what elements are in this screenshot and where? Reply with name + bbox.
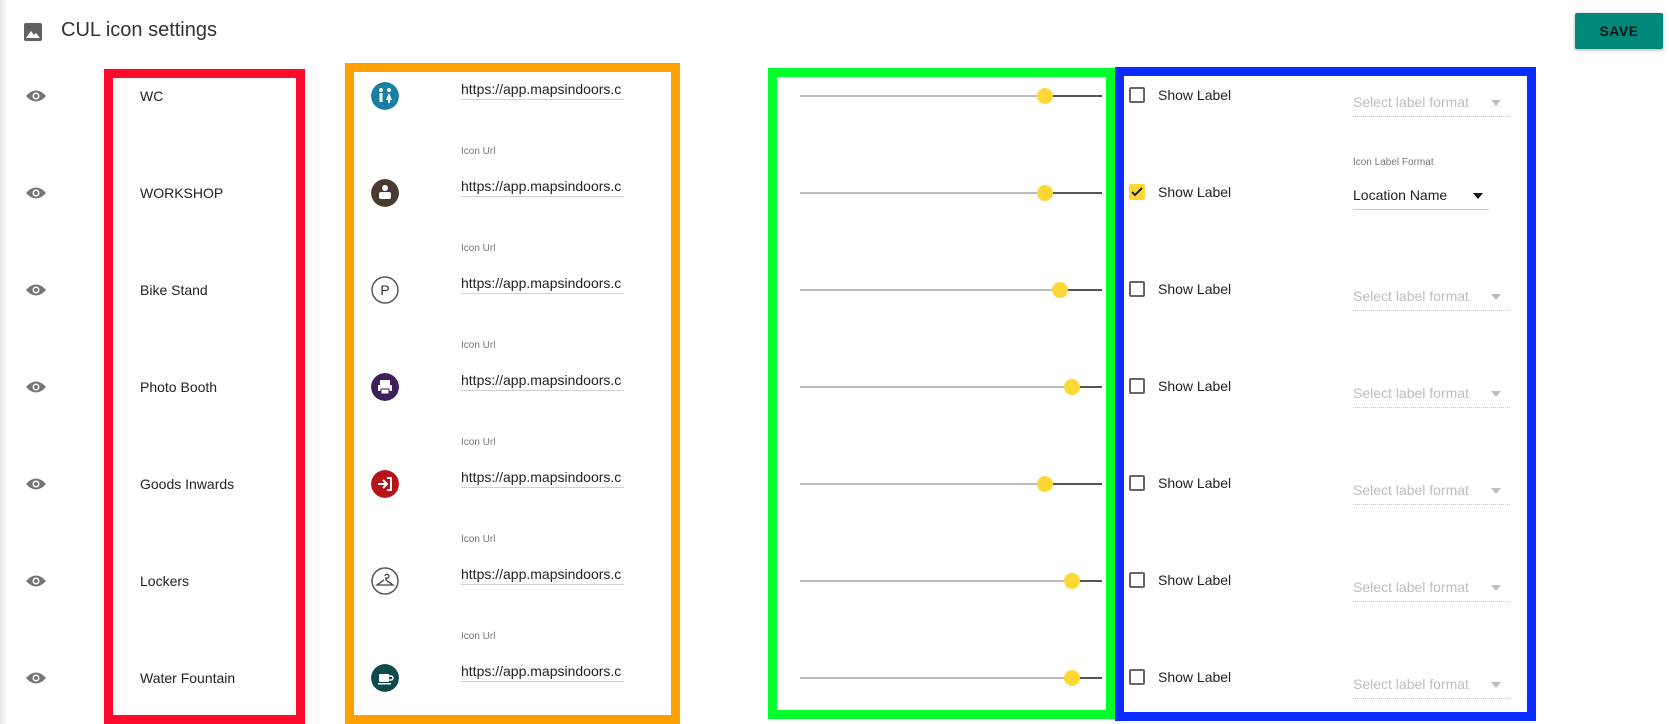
location-type-name: WC: [140, 88, 164, 104]
visibility-eye-icon[interactable]: [25, 89, 47, 103]
show-label-checkbox[interactable]: [1129, 475, 1145, 491]
show-label-checkbox[interactable]: [1129, 572, 1145, 588]
icon-url-field[interactable]: [461, 564, 624, 585]
show-label-text: Show Label: [1158, 572, 1232, 588]
show-label-checkbox[interactable]: [1129, 669, 1145, 685]
label-format-value: Location Name: [1353, 187, 1448, 203]
parking-icon: P: [371, 276, 399, 304]
icon-url-label: Icon Url: [461, 146, 496, 157]
show-label-text: Show Label: [1158, 669, 1232, 685]
printer-icon: [371, 373, 399, 401]
chevron-down-icon: [1491, 391, 1501, 397]
label-format-select[interactable]: Select label format: [1353, 385, 1510, 408]
icon-url-label: Icon Url: [461, 631, 496, 642]
label-format-placeholder: Select label format: [1353, 482, 1469, 498]
visibility-eye-icon[interactable]: [25, 186, 47, 200]
chevron-down-icon: [1473, 193, 1483, 199]
svg-text:P: P: [380, 282, 389, 298]
page-title: CUL icon settings: [61, 19, 217, 41]
size-column-highlight: [768, 68, 1115, 719]
chevron-down-icon: [1491, 488, 1501, 494]
image-icon: [24, 23, 42, 41]
chevron-down-icon: [1491, 585, 1501, 591]
slider-thumb[interactable]: [1037, 476, 1053, 492]
location-type-name: Water Fountain: [140, 670, 236, 686]
show-label-checkbox[interactable]: [1129, 281, 1145, 297]
hanger-icon: [371, 567, 399, 595]
slider-thumb[interactable]: [1037, 88, 1053, 104]
location-type-name: WORKSHOP: [140, 185, 224, 201]
label-format-placeholder: Select label format: [1353, 579, 1469, 595]
icon-url-field[interactable]: [461, 79, 624, 100]
show-label-text: Show Label: [1158, 87, 1232, 103]
icon-url-field[interactable]: [461, 467, 624, 488]
location-type-name: Photo Booth: [140, 379, 218, 395]
slider-thumb[interactable]: [1037, 185, 1053, 201]
login-icon: [371, 470, 399, 498]
icon-url-field[interactable]: [461, 273, 624, 294]
show-label-checkbox[interactable]: [1129, 87, 1145, 103]
left-edge-shadow: [0, 0, 8, 724]
label-format-placeholder: Select label format: [1353, 385, 1469, 401]
label-format-select[interactable]: Select label format: [1353, 676, 1510, 699]
visibility-eye-icon[interactable]: [25, 574, 47, 588]
label-format-select[interactable]: Select label format: [1353, 579, 1510, 602]
slider-thumb[interactable]: [1064, 573, 1080, 589]
icon-url-field[interactable]: [461, 370, 624, 391]
icon-url-field[interactable]: [461, 176, 624, 197]
slider-remaining: [1045, 95, 1102, 97]
icon-size-slider[interactable]: [800, 379, 1102, 395]
slider-remaining: [1045, 483, 1102, 485]
label-format-select[interactable]: Select label format: [1353, 482, 1510, 505]
chevron-down-icon: [1491, 100, 1501, 106]
label-format-select[interactable]: Select label format: [1353, 94, 1510, 117]
workshop-icon: [371, 179, 399, 207]
save-button[interactable]: SAVE: [1575, 13, 1663, 49]
name-column-highlight: [104, 69, 305, 724]
label-format-select[interactable]: Select label format: [1353, 288, 1510, 311]
icon-size-slider[interactable]: [800, 573, 1102, 589]
label-format-placeholder: Select label format: [1353, 288, 1469, 304]
show-label-checkbox[interactable]: [1129, 378, 1145, 394]
icon-size-slider[interactable]: [800, 476, 1102, 492]
icon-label-format-label: Icon Label Format: [1353, 157, 1434, 168]
chevron-down-icon: [1491, 682, 1501, 688]
label-format-select[interactable]: Location Name: [1353, 187, 1489, 210]
show-label-text: Show Label: [1158, 281, 1232, 297]
visibility-eye-icon[interactable]: [25, 477, 47, 491]
show-label-text: Show Label: [1158, 475, 1232, 491]
show-label-text: Show Label: [1158, 378, 1232, 394]
visibility-eye-icon[interactable]: [25, 283, 47, 297]
icon-size-slider[interactable]: [800, 185, 1102, 201]
show-label-text: Show Label: [1158, 184, 1232, 200]
icon-url-label: Icon Url: [461, 243, 496, 254]
slider-thumb[interactable]: [1052, 282, 1068, 298]
label-format-placeholder: Select label format: [1353, 676, 1469, 692]
slider-remaining: [1045, 192, 1102, 194]
label-format-placeholder: Select label format: [1353, 94, 1469, 110]
visibility-eye-icon[interactable]: [25, 671, 47, 685]
location-type-name: Bike Stand: [140, 282, 208, 298]
cup-icon: [371, 664, 399, 692]
icon-url-label: Icon Url: [461, 340, 496, 351]
toilet-icon: [371, 82, 399, 110]
chevron-down-icon: [1491, 294, 1501, 300]
icon-size-slider[interactable]: [800, 282, 1102, 298]
icon-url-label: Icon Url: [461, 534, 496, 545]
location-type-name: Lockers: [140, 573, 190, 589]
icon-size-slider[interactable]: [800, 670, 1102, 686]
show-label-checkbox[interactable]: [1129, 184, 1145, 200]
visibility-eye-icon[interactable]: [25, 380, 47, 394]
location-type-name: Goods Inwards: [140, 476, 235, 492]
icon-url-label: Icon Url: [461, 437, 496, 448]
icon-url-field[interactable]: [461, 661, 624, 682]
icon-size-slider[interactable]: [800, 88, 1102, 104]
slider-thumb[interactable]: [1064, 379, 1080, 395]
slider-thumb[interactable]: [1064, 670, 1080, 686]
